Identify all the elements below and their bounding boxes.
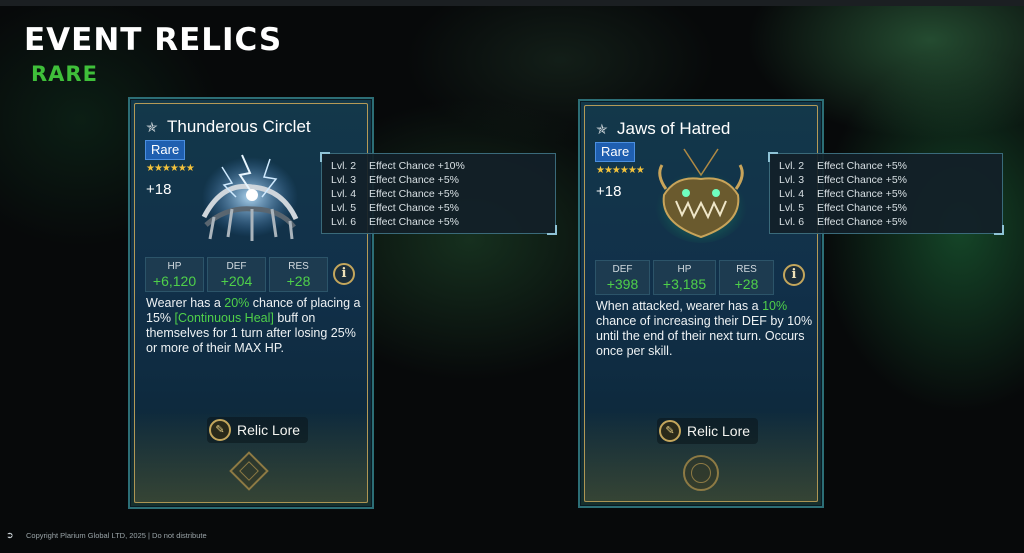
info-button[interactable]: i xyxy=(333,263,355,285)
jaws-of-hatred-image xyxy=(655,148,747,243)
desc-highlight: 20% xyxy=(224,296,250,310)
stats-row: DEF +398 HP +3,185 RES +28 xyxy=(595,260,774,295)
stat-value: +6,120 xyxy=(152,273,197,289)
desc-highlight: [Continuous Heal] xyxy=(174,311,274,325)
relic-description: When attacked, wearer has a 10% chance o… xyxy=(596,299,816,359)
stat-value: +28 xyxy=(286,273,311,289)
desc-text: When attacked, wearer has a xyxy=(596,299,763,313)
tooltip-row: Lvl. 3 Effect Chance +5% xyxy=(331,174,459,186)
stats-row: HP +6,120 DEF +204 RES +28 xyxy=(145,257,328,292)
plarium-logo-icon: ➲ xyxy=(6,530,14,540)
desc-text: Wearer has a xyxy=(146,296,225,310)
circle-emblem-icon xyxy=(683,455,719,491)
stat-value: +3,185 xyxy=(662,276,707,292)
thunderous-circlet-image xyxy=(201,154,299,241)
level-bonus-tooltip: Lvl. 2 Effect Chance +5% Lvl. 3 Effect Cha… xyxy=(768,152,1004,235)
info-icon: i xyxy=(341,266,347,281)
rarity-badge: Rare xyxy=(145,140,186,160)
tooltip-row: Lvl. 2 Effect Chance +5% xyxy=(779,160,907,172)
tooltip-row: Lvl. 2 Effect Chance +10% xyxy=(331,160,465,172)
stat-label: DEF xyxy=(612,264,633,275)
stat-res: RES +28 xyxy=(269,257,328,292)
star-rating: ★★★★★★ xyxy=(596,165,645,176)
tooltip-row: Lvl. 6 Effect Chance +5% xyxy=(331,216,459,228)
tooltip-row: Lvl. 3 Effect Chance +5% xyxy=(779,174,907,186)
level-bonus-tooltip: Lvl. 2 Effect Chance +10% Lvl. 3 Effect Ch… xyxy=(320,152,557,235)
stat-def: DEF +398 xyxy=(595,260,650,295)
stat-res: RES +28 xyxy=(719,260,774,295)
relic-level: +18 xyxy=(596,183,622,200)
stat-value: +204 xyxy=(220,273,253,289)
stat-label: HP xyxy=(167,261,182,272)
relic-name: Thunderous Circlet xyxy=(167,117,311,136)
desc-text: chance of increasing their DEF by 10% un… xyxy=(596,314,813,358)
tooltip-row: Lvl. 4 Effect Chance +5% xyxy=(779,188,907,200)
tooltip-row: Lvl. 4 Effect Chance +5% xyxy=(331,188,459,200)
relic-type-icon: ✯ xyxy=(146,119,158,135)
relic-name: Jaws of Hatred xyxy=(617,119,731,138)
scroll-icon: ✎ xyxy=(209,419,231,441)
stat-def: DEF +204 xyxy=(207,257,266,292)
rarity-badge: Rare xyxy=(595,142,636,162)
footer: ➲ Copyright Plarium Global LTD, 2025 | D… xyxy=(6,530,207,541)
stat-label: DEF xyxy=(226,261,247,272)
copyright-text: Copyright Plarium Global LTD, 2025 | Do … xyxy=(26,531,207,540)
page-subtitle: RARE xyxy=(31,62,98,86)
scroll-icon: ✎ xyxy=(659,420,681,442)
stat-label: HP xyxy=(677,264,692,275)
relic-lore-button[interactable]: ✎ Relic Lore xyxy=(207,417,309,443)
desc-highlight: 10% xyxy=(762,299,788,313)
relic-lore-button[interactable]: ✎ Relic Lore xyxy=(657,418,759,444)
tooltip-row: Lvl. 6 Effect Chance +5% xyxy=(779,216,907,228)
relic-lore-label: Relic Lore xyxy=(237,422,301,438)
info-icon: i xyxy=(791,267,797,282)
relic-level: +18 xyxy=(146,181,172,198)
info-button[interactable]: i xyxy=(783,264,805,286)
stat-label: RES xyxy=(736,264,757,275)
top-bar xyxy=(0,0,1024,6)
stat-value: +28 xyxy=(734,276,759,292)
stat-value: +398 xyxy=(606,276,639,292)
relic-description: Wearer has a 20% chance of placing a 15%… xyxy=(146,296,366,356)
relic-lore-label: Relic Lore xyxy=(687,423,751,439)
stat-hp: HP +3,185 xyxy=(653,260,716,295)
tooltip-row: Lvl. 5 Effect Chance +5% xyxy=(331,202,459,214)
page-title: EVENT RELICS xyxy=(24,22,283,58)
tooltip-row: Lvl. 5 Effect Chance +5% xyxy=(779,202,907,214)
stat-hp: HP +6,120 xyxy=(145,257,204,292)
star-rating: ★★★★★★ xyxy=(146,163,195,174)
relic-type-icon: ✯ xyxy=(596,121,608,137)
stat-label: RES xyxy=(288,261,309,272)
